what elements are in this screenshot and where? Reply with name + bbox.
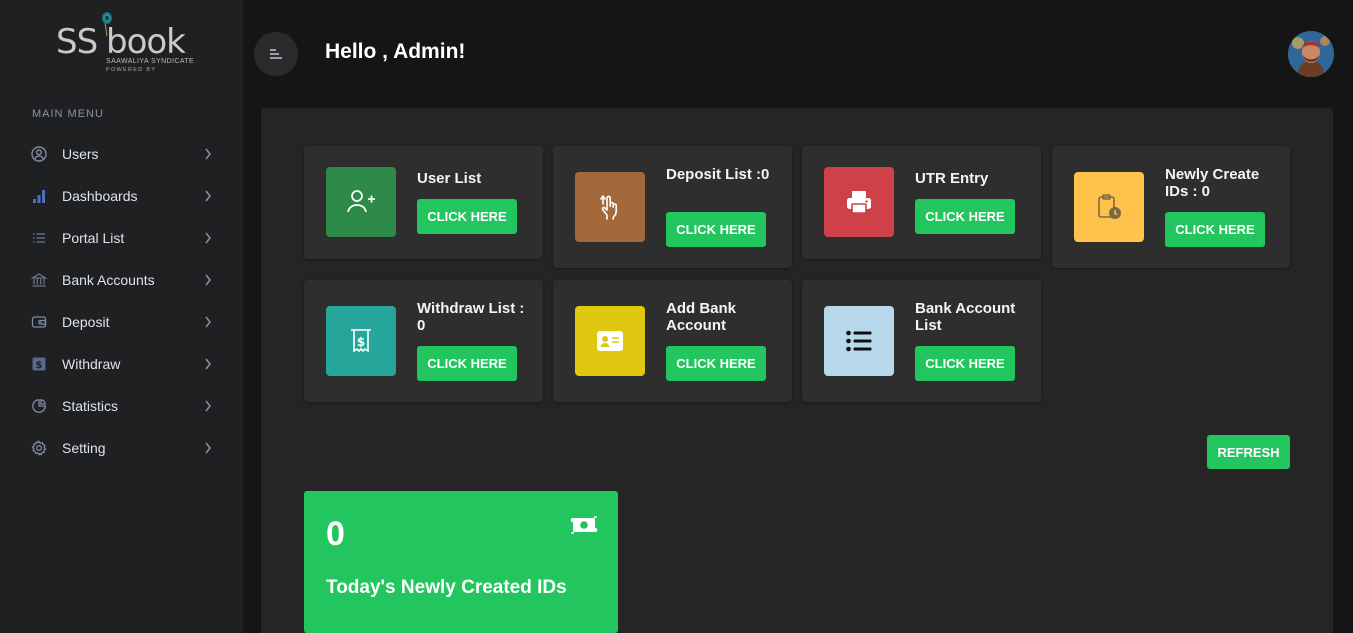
- page-greeting: Hello , Admin!: [325, 40, 466, 63]
- sidebar-item-withdraw[interactable]: $ Withdraw: [0, 343, 243, 385]
- id-card-icon: [597, 331, 623, 351]
- bullet-list-icon: [846, 330, 872, 352]
- printer-icon: [847, 191, 871, 214]
- svg-text:$: $: [357, 335, 365, 349]
- card-icon-tile: [326, 167, 396, 237]
- bar-chart-icon: [31, 188, 47, 204]
- chevron-right-icon: [205, 442, 211, 454]
- avatar[interactable]: [1288, 31, 1334, 77]
- card-icon-tile: $: [326, 306, 396, 376]
- card-newly-create-ids: Newly Create IDs : 0 CLICK HERE: [1052, 146, 1290, 268]
- user-avatar-image: [1288, 31, 1334, 77]
- svg-text:$: $: [36, 360, 43, 371]
- chevron-right-icon: [205, 190, 211, 202]
- card-icon-tile: [575, 172, 645, 242]
- hand-tap-icon: [600, 195, 617, 220]
- brand-name-left: SS: [56, 22, 98, 62]
- sidebar-item-label: Setting: [62, 440, 106, 456]
- card-title: Deposit List :0: [666, 166, 770, 183]
- sidebar-item-bank-accounts[interactable]: Bank Accounts: [0, 259, 243, 301]
- card-deposit-list: Deposit List :0 CLICK HERE: [553, 146, 792, 268]
- card-title: User List: [417, 170, 482, 187]
- receipt-dollar-icon: $: [351, 329, 371, 353]
- card-icon-tile: [824, 167, 894, 237]
- sidebar-item-setting[interactable]: Setting: [0, 427, 243, 469]
- gear-icon: [31, 440, 47, 456]
- brand-tagline: SAAWALIYA SYNDICATE: [106, 58, 195, 65]
- sidebar-item-label: Statistics: [62, 398, 119, 414]
- card-title: Bank Account List: [915, 300, 1016, 334]
- card-utr-entry: UTR Entry CLICK HERE: [802, 146, 1041, 259]
- sidebar-item-users[interactable]: Users: [0, 133, 243, 175]
- clipboard-clock-icon: [1098, 194, 1121, 219]
- sidebar-toggle-button[interactable]: [254, 32, 298, 76]
- utr-entry-click-button[interactable]: CLICK HERE: [915, 199, 1015, 234]
- card-withdraw-list: $ Withdraw List : 0 CLICK HERE: [304, 280, 543, 402]
- card-icon-tile: [1074, 172, 1144, 242]
- user-plus-icon: [347, 190, 375, 213]
- brand-powered: POWERED BY: [106, 67, 157, 73]
- bank-account-list-click-button[interactable]: CLICK HERE: [915, 346, 1015, 381]
- sidebar-item-label: Deposit: [62, 314, 110, 330]
- main-menu-title: MAIN MENU: [32, 108, 104, 120]
- brand-name-right: book: [106, 22, 186, 62]
- sidebar-item-label: Users: [62, 146, 99, 162]
- user-circle-icon: [31, 146, 47, 162]
- chevron-right-icon: [205, 400, 211, 412]
- pie-chart-icon: [31, 398, 47, 414]
- stat-label: Today's Newly Created IDs: [326, 577, 567, 598]
- sidebar-item-statistics[interactable]: Statistics: [0, 385, 243, 427]
- card-add-bank-account: Add Bank Account CLICK HERE: [553, 280, 792, 402]
- user-list-click-button[interactable]: CLICK HERE: [417, 199, 517, 234]
- withdraw-list-click-button[interactable]: CLICK HERE: [417, 346, 517, 381]
- sidebar-item-label: Bank Accounts: [62, 272, 155, 288]
- card-title: Newly Create IDs : 0: [1165, 166, 1260, 200]
- card-user-list: User List CLICK HERE: [304, 146, 543, 259]
- sidebar: SS book SAAWALIYA SYNDICATE POWERED BY M…: [0, 0, 243, 633]
- chevron-right-icon: [205, 274, 211, 286]
- sidebar-item-deposit[interactable]: Deposit: [0, 301, 243, 343]
- sidebar-item-label: Dashboards: [62, 188, 138, 204]
- todays-new-ids-stat-card: 0 Today's Newly Created IDs: [304, 491, 618, 633]
- deposit-list-click-button[interactable]: CLICK HERE: [666, 212, 766, 247]
- menu-icon: [270, 49, 282, 59]
- sidebar-item-dashboards[interactable]: Dashboards: [0, 175, 243, 217]
- chevron-right-icon: [205, 148, 211, 160]
- chevron-right-icon: [205, 316, 211, 328]
- card-title: Add Bank Account: [666, 300, 737, 334]
- sidebar-item-label: Portal List: [62, 230, 125, 246]
- money-exchange-icon: [570, 516, 598, 534]
- sidebar-menu: Users Dashboards Portal List Bank Accoun…: [0, 133, 243, 469]
- dollar-square-icon: $: [31, 356, 47, 372]
- add-bank-account-click-button[interactable]: CLICK HERE: [666, 346, 766, 381]
- list-icon: [31, 230, 47, 246]
- newly-create-ids-click-button[interactable]: CLICK HERE: [1165, 212, 1265, 247]
- chevron-right-icon: [205, 358, 211, 370]
- chevron-right-icon: [205, 232, 211, 244]
- card-title: Withdraw List : 0: [417, 300, 525, 334]
- wallet-icon: [31, 314, 47, 330]
- sidebar-item-portal-list[interactable]: Portal List: [0, 217, 243, 259]
- stat-value: 0: [326, 515, 345, 553]
- card-icon-tile: [575, 306, 645, 376]
- card-icon-tile: [824, 306, 894, 376]
- card-title: UTR Entry: [915, 170, 989, 187]
- bank-icon: [31, 272, 47, 288]
- refresh-button[interactable]: REFRESH: [1207, 435, 1290, 469]
- sidebar-item-label: Withdraw: [62, 356, 121, 372]
- brand-logo[interactable]: SS book SAAWALIYA SYNDICATE POWERED BY: [54, 12, 194, 80]
- card-bank-account-list: Bank Account List CLICK HERE: [802, 280, 1041, 402]
